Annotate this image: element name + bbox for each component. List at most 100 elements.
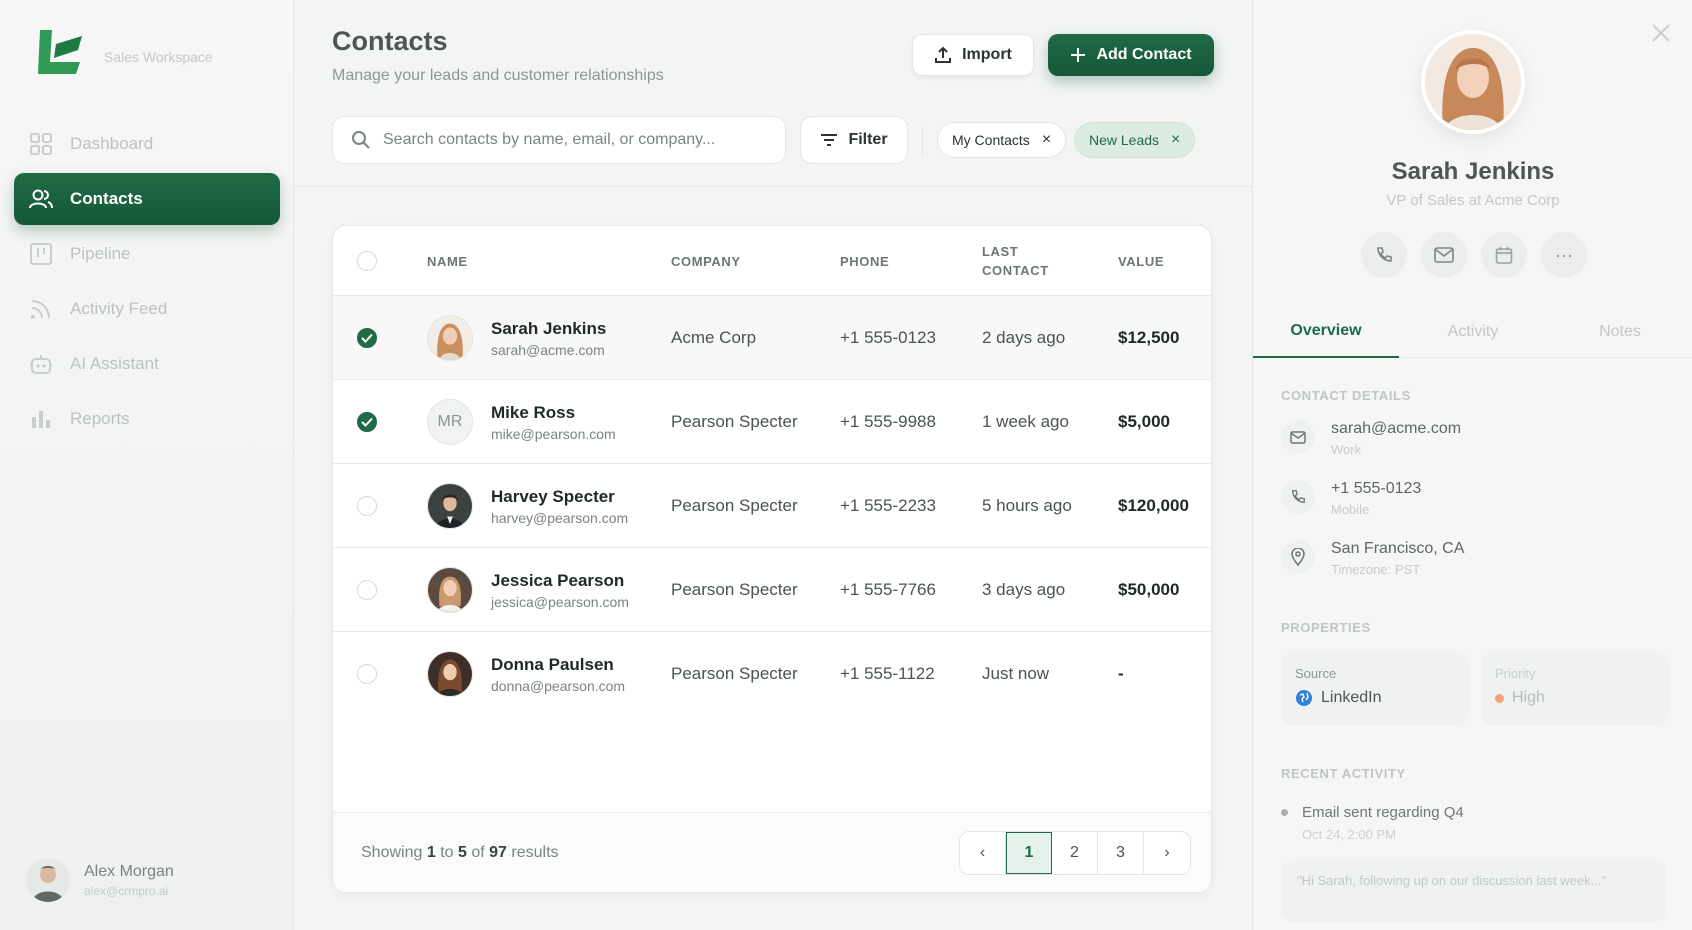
column-header-phone[interactable]: PHONE bbox=[840, 226, 889, 296]
email-button[interactable] bbox=[1421, 232, 1467, 278]
page-button-2[interactable]: 2 bbox=[1052, 832, 1098, 874]
table-row[interactable]: Donna Paulsen donna@pearson.com Pearson S… bbox=[333, 632, 1211, 716]
avatar bbox=[427, 567, 473, 613]
filter-chip-new-leads[interactable]: New Leads × bbox=[1074, 122, 1196, 158]
sidebar-item-label: AI Assistant bbox=[70, 354, 159, 373]
contact-company: Pearson Specter bbox=[671, 412, 798, 431]
filter-label: Filter bbox=[848, 131, 888, 148]
contact-email: jessica@pearson.com bbox=[491, 593, 629, 610]
search-icon bbox=[352, 131, 370, 149]
filter-chip-my-contacts[interactable]: My Contacts × bbox=[937, 122, 1067, 158]
sidebar-item-activity-feed[interactable]: Activity Feed bbox=[14, 283, 280, 335]
tab-notes[interactable]: Notes bbox=[1547, 306, 1692, 358]
row-checkbox[interactable] bbox=[357, 664, 377, 684]
row-checkbox[interactable] bbox=[357, 328, 377, 348]
filter-button[interactable]: Filter bbox=[800, 116, 908, 164]
close-icon[interactable]: × bbox=[1171, 132, 1180, 148]
table-row[interactable]: Jessica Pearson jessica@pearson.com Pears… bbox=[333, 548, 1211, 632]
summary-from: 1 bbox=[426, 844, 436, 861]
next-page-button[interactable]: › bbox=[1144, 832, 1190, 874]
user-name: Alex Morgan bbox=[84, 862, 174, 880]
filter-icon bbox=[821, 134, 838, 146]
divider bbox=[294, 186, 1252, 187]
avatar bbox=[1421, 30, 1525, 134]
contact-value: $5,000 bbox=[1118, 412, 1170, 431]
add-contact-label: Add Contact bbox=[1096, 46, 1192, 63]
page-button-3[interactable]: 3 bbox=[1098, 832, 1144, 874]
sidebar-item-dashboard[interactable]: Dashboard bbox=[14, 118, 280, 170]
contacts-table: NAME COMPANY PHONE LAST CONTACT VALUE Sa… bbox=[332, 225, 1212, 893]
upload-icon bbox=[935, 46, 952, 63]
schedule-button[interactable] bbox=[1481, 232, 1527, 278]
sidebar-item-pipeline[interactable]: Pipeline bbox=[14, 228, 280, 280]
contact-phone: +1 555-1122 bbox=[840, 664, 935, 683]
contact-value: - bbox=[1118, 664, 1124, 683]
search-input[interactable] bbox=[383, 131, 763, 149]
contact-name[interactable]: Jessica Pearson bbox=[491, 571, 629, 591]
import-button[interactable]: Import bbox=[912, 34, 1034, 76]
select-all-checkbox[interactable] bbox=[357, 251, 377, 271]
map-pin-icon bbox=[1281, 540, 1315, 574]
column-header-last-contact[interactable]: LAST CONTACT bbox=[982, 226, 1049, 296]
bar-chart-icon bbox=[28, 406, 54, 432]
sidebar-item-reports[interactable]: Reports bbox=[14, 393, 280, 445]
row-checkbox[interactable] bbox=[357, 496, 377, 516]
call-button[interactable] bbox=[1361, 232, 1407, 278]
table-row[interactable]: Sarah Jenkins sarah@acme.com Acme Corp +1… bbox=[333, 296, 1211, 380]
phone-icon bbox=[1377, 247, 1392, 262]
calendar-icon bbox=[1495, 247, 1513, 264]
contact-name[interactable]: Harvey Specter bbox=[491, 487, 628, 507]
summary-to: 5 bbox=[457, 844, 467, 861]
sidebar-item-label: Reports bbox=[70, 409, 130, 428]
more-icon[interactable]: ··· bbox=[1541, 232, 1587, 278]
contact-phone: +1 555-2233 bbox=[840, 496, 936, 515]
column-header-text: LAST bbox=[982, 244, 1019, 259]
prev-page-button[interactable]: ‹ bbox=[960, 832, 1006, 874]
activity-quote: "Hi Sarah, following up on our discussio… bbox=[1281, 860, 1667, 922]
sidebar-item-contacts[interactable]: Contacts bbox=[14, 173, 280, 225]
column-header-value[interactable]: VALUE bbox=[1118, 226, 1211, 296]
mail-icon bbox=[1281, 420, 1315, 454]
close-icon[interactable] bbox=[1650, 22, 1672, 44]
contact-email: mike@pearson.com bbox=[491, 425, 616, 442]
page-title: Contacts bbox=[332, 26, 448, 56]
page-button-1[interactable]: 1 bbox=[1006, 832, 1052, 874]
tab-overview[interactable]: Overview bbox=[1253, 306, 1399, 358]
property-value: LinkedIn bbox=[1321, 689, 1382, 706]
detail-email-type: Work bbox=[1331, 442, 1362, 457]
contact-name[interactable]: Mike Ross bbox=[491, 403, 616, 423]
contact-role: VP of Sales at Acme Corp bbox=[1386, 192, 1560, 209]
contact-company: Pearson Specter bbox=[671, 580, 798, 599]
workspace-name: Sales Workspace bbox=[104, 49, 213, 65]
avatar bbox=[427, 483, 473, 529]
user-email: alex@crmpro.ai bbox=[84, 883, 169, 898]
close-icon[interactable]: × bbox=[1042, 132, 1051, 148]
row-checkbox[interactable] bbox=[357, 580, 377, 600]
section-heading: RECENT ACTIVITY bbox=[1281, 766, 1406, 781]
detail-email-row[interactable]: sarah@acme.com Work bbox=[1281, 420, 1461, 457]
add-contact-button[interactable]: Add Contact bbox=[1048, 34, 1214, 76]
column-header-name[interactable]: NAME bbox=[427, 226, 468, 296]
chip-label: New Leads bbox=[1089, 132, 1160, 148]
row-checkbox[interactable] bbox=[357, 412, 377, 432]
dashboard-icon bbox=[28, 131, 54, 157]
pagination: ‹ 1 2 3 › bbox=[959, 831, 1191, 875]
avatar bbox=[26, 858, 70, 902]
contact-company: Pearson Specter bbox=[671, 664, 798, 683]
detail-phone-row[interactable]: +1 555-0123 Mobile bbox=[1281, 480, 1421, 517]
user-profile[interactable]: Alex Morgan alex@crmpro.ai bbox=[26, 858, 174, 902]
activity-item[interactable]: Email sent regarding Q4 Oct 24, 2:00 PM bbox=[1281, 804, 1464, 842]
contact-name[interactable]: Sarah Jenkins bbox=[491, 319, 606, 339]
contact-email: harvey@pearson.com bbox=[491, 509, 629, 526]
sidebar-item-ai-assistant[interactable]: AI Assistant bbox=[14, 338, 280, 390]
contact-name[interactable]: Donna Paulsen bbox=[491, 655, 625, 675]
summary-text: results bbox=[511, 844, 559, 861]
table-row[interactable]: Harvey Specter harvey@pearson.com Pearson… bbox=[333, 464, 1211, 548]
detail-email: sarah@acme.com bbox=[1331, 420, 1462, 437]
logo[interactable]: Sales Workspace bbox=[34, 24, 213, 78]
contact-email: sarah@acme.com bbox=[491, 341, 605, 358]
table-row[interactable]: MR Mike Ross mike@pearson.com Pearson Spe… bbox=[333, 380, 1211, 464]
tab-activity[interactable]: Activity bbox=[1400, 306, 1546, 358]
column-header-company[interactable]: COMPANY bbox=[671, 226, 741, 296]
contact-email: donna@pearson.com bbox=[491, 677, 626, 694]
